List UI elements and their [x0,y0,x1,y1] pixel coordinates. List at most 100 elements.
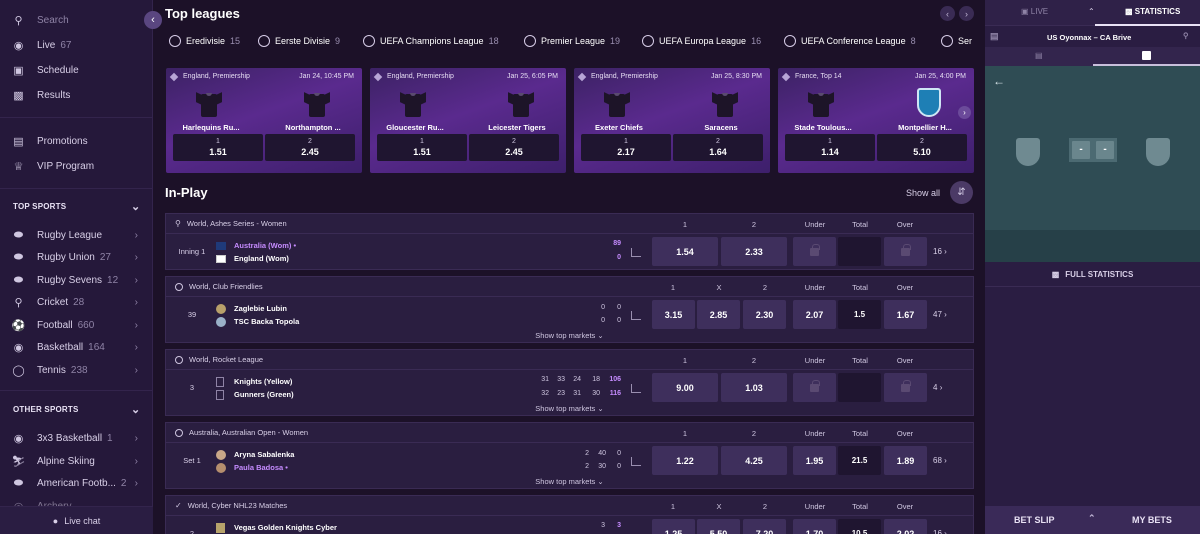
football-icon [941,35,953,47]
pin-icon[interactable]: ⚲ [1183,31,1189,40]
odds-button[interactable]: 4.25 [721,446,787,475]
league-tab-serie[interactable]: Ser [941,31,972,51]
odds-button[interactable]: 9.00 [652,373,718,402]
match-card[interactable]: France, Top 14 Jan 25, 4:00 PM Stade Tou… [778,68,974,173]
stats-icon[interactable] [631,248,641,257]
carousel-next-button[interactable]: › [958,106,971,119]
sidebar-item-live[interactable]: ◉ Live 67 [12,36,142,54]
odds-button[interactable]: 1.22 [652,446,718,475]
show-all-link[interactable]: Show all [906,188,940,198]
tab-statistics[interactable]: ▩ STATISTICS [1125,7,1180,16]
league-tab-eredivisie[interactable]: Eredivisie 15 [169,31,240,51]
odds-button[interactable]: 1.54 [652,237,718,266]
more-markets-link[interactable]: 47 › [933,310,947,319]
field-view-icon[interactable] [1142,51,1151,60]
odds-button[interactable]: 3.15 [652,300,695,329]
collapse-toggle-button[interactable]: ⇵ [950,181,973,204]
odds-button-locked[interactable] [884,373,927,402]
sidebar-item-football[interactable]: ⚽ Football 660 › [12,316,142,334]
odds-button-under[interactable]: 2.07 [793,300,836,329]
event-row[interactable]: Inning 1 Australia (Wom) • England (Wom)… [166,235,973,269]
match-card[interactable]: England, Premiership Jan 25, 8:30 PM Exe… [574,68,770,173]
sidebar-item-rugby-league[interactable]: ⬬ Rugby League › [12,226,142,244]
odds-button[interactable]: 1.03 [721,373,787,402]
full-statistics-label: FULL STATISTICS [1065,269,1134,279]
sidebar-item-rugby-union[interactable]: ⬬ Rugby Union 27 › [12,248,142,266]
more-markets-link[interactable]: 16 › [933,529,947,534]
sidebar-item-rugby-sevens[interactable]: ⬬ Rugby Sevens 12 › [12,271,142,289]
show-top-markets[interactable]: Show top markets ⌄ [166,404,973,413]
chevron-up-icon[interactable]: ⌃ [1088,513,1096,524]
odds-button[interactable]: 7.20 [743,519,786,534]
odds-button-away[interactable]: 2 2.45 [469,134,559,161]
my-bets-tab[interactable]: MY BETS [1132,515,1172,525]
more-markets-link[interactable]: 68 › [933,456,947,465]
sidebar-item-tennis[interactable]: ◯ Tennis 238 › [12,361,142,379]
odds-button-away[interactable]: 2 2.45 [265,134,355,161]
league-tab-uecl[interactable]: UEFA Conference League 8 [784,31,916,51]
top-sports-header[interactable]: TOP SPORTS ⌄ [13,201,140,213]
odds-button[interactable]: 1.25 [652,519,695,534]
collapse-up-icon[interactable]: ⌃ [1088,7,1095,16]
odds-button-home[interactable]: 1 1.51 [377,134,467,161]
stats-icon[interactable] [631,457,641,466]
odds-button[interactable]: 2.33 [721,237,787,266]
sidebar-item-american-football[interactable]: ⬬ American Footb... 2 › [12,474,142,492]
collapse-sidebar-button[interactable]: ‹ [144,11,162,29]
chevron-left-icon: ‹ [946,8,949,19]
odds-button-under[interactable]: 1.70 [793,519,836,534]
odds-button-over[interactable]: 1.89 [884,446,927,475]
other-sports-header[interactable]: OTHER SPORTS ⌄ [13,404,140,416]
odds-button-locked[interactable] [884,237,927,266]
show-top-markets[interactable]: Show top markets ⌄ [166,331,973,340]
match-card[interactable]: England, Premiership Jan 25, 6:05 PM Glo… [370,68,566,173]
odds-button[interactable]: 5.50 [697,519,740,534]
league-tab-uel[interactable]: UEFA Europa League 16 [642,31,761,51]
odds-button[interactable]: 2.85 [697,300,740,329]
scroll-left-button[interactable]: ‹ [940,6,955,21]
tab-live[interactable]: ▣ LIVE [1021,7,1048,16]
sidebar-item-schedule[interactable]: ▣ Schedule [12,61,142,79]
stats-icon[interactable] [631,311,641,320]
card-date: Jan 24, 10:45 PM [299,73,354,80]
back-arrow-icon[interactable]: ← [993,74,1005,88]
odds-button-locked[interactable] [793,373,836,402]
odds-button-away[interactable]: 2 5.10 [877,134,967,161]
odds-button-over[interactable]: 2.02 [884,519,927,534]
league-tab-eerste-divisie[interactable]: Eerste Divisie 9 [258,31,340,51]
odds-button-home[interactable]: 1 1.51 [173,134,263,161]
more-markets-link[interactable]: 4 › [933,383,942,392]
camera-icon[interactable]: ▤ [990,31,999,42]
full-statistics-button[interactable]: ▩ FULL STATISTICS [985,262,1200,287]
match-card[interactable]: England, Premiership Jan 24, 10:45 PM Ha… [166,68,362,173]
league-tab-ucl[interactable]: UEFA Champions League 18 [363,31,499,51]
event-row[interactable]: 39 Zaglebie Lubin TSC Backa Topola 0 0 0… [166,298,973,332]
more-markets-link[interactable]: 16 › [933,247,947,256]
odds-button-locked[interactable] [793,237,836,266]
event-row[interactable]: 2 Vegas Golden Knights Cyber 3 3 1.25 5.… [166,517,973,534]
event-row[interactable]: 3 Knights (Yellow) Gunners (Green) 31 33… [166,371,973,405]
sidebar-item-promotions[interactable]: ▤ Promotions [12,132,142,150]
event-row[interactable]: Set 1 Aryna Sabalenka Paula Badosa • 2 4… [166,444,973,478]
search-field[interactable]: ⚲ Search [12,11,142,29]
stats-icon[interactable] [631,384,641,393]
odds-button-away[interactable]: 2 1.64 [673,134,763,161]
show-top-markets[interactable]: Show top markets ⌄ [166,477,973,486]
live-chat-button[interactable]: ● Live chat [0,506,153,534]
list-icon[interactable]: ▤ [1035,51,1043,60]
sidebar-item-basketball[interactable]: ◉ Basketball 164 › [12,338,142,356]
odds-button-under[interactable]: 1.95 [793,446,836,475]
sidebar-item-vip[interactable]: ♕ VIP Program [12,157,142,175]
sidebar-item-3x3-basketball[interactable]: ◉ 3x3 Basketball 1 › [12,429,142,447]
sidebar-item-cricket[interactable]: ⚲ Cricket 28 › [12,293,142,311]
sidebar-item-alpine-skiing[interactable]: ⛷ Alpine Skiing › [12,452,142,470]
odds-button[interactable]: 2.30 [743,300,786,329]
odds-button-home[interactable]: 1 1.14 [785,134,875,161]
scroll-right-button[interactable]: › [959,6,974,21]
bet-slip-tab[interactable]: BET SLIP [1014,515,1055,525]
score: 23 [557,390,565,397]
league-tab-premier-league[interactable]: Premier League 19 [524,31,620,51]
odds-button-home[interactable]: 1 2.17 [581,134,671,161]
sidebar-item-results[interactable]: ▩ Results [12,86,142,104]
odds-button-over[interactable]: 1.67 [884,300,927,329]
